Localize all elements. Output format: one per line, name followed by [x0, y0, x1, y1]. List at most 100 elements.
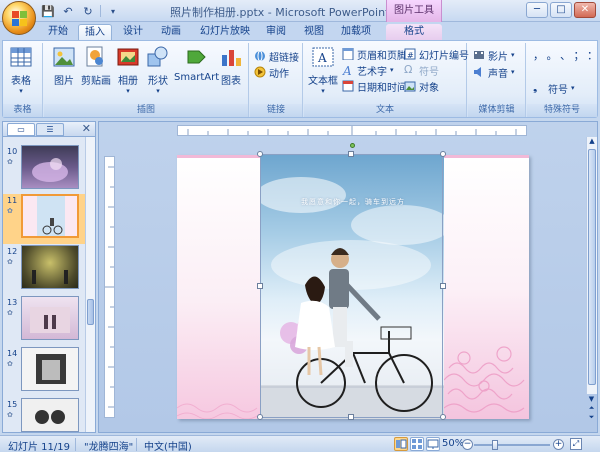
- ribbon: 表格 ▾ 表格 图片 剪贴画 相册 ▾ 形状 ▾ SmartArt 图表 插图 …: [2, 40, 600, 118]
- svg-text:#: #: [407, 51, 414, 60]
- tab-design[interactable]: 设计: [118, 24, 148, 40]
- hyperlink-label: 超链接: [269, 52, 299, 64]
- wordart-button[interactable]: A 艺术字 ▾: [342, 63, 394, 78]
- scroll-up-icon[interactable]: ▲: [587, 137, 597, 147]
- object-label: 对象: [419, 82, 439, 94]
- slide-thumbnail-image: [21, 296, 79, 340]
- minimize-button[interactable]: ─: [526, 2, 548, 18]
- slide-sorter-view-button[interactable]: [410, 437, 424, 451]
- customize-qat-icon[interactable]: ▾: [105, 3, 121, 19]
- sound-label: 声音: [488, 68, 508, 80]
- tab-home[interactable]: 开始: [44, 24, 72, 40]
- tab-format[interactable]: 格式: [386, 24, 442, 40]
- slide-counter: 幻灯片 11/19: [8, 442, 70, 452]
- slide-thumbnail-11[interactable]: 11 ✿: [3, 194, 95, 244]
- header-footer-icon: [342, 47, 354, 61]
- comma-symbol-icon: ❟: [533, 81, 538, 94]
- header-footer-button[interactable]: 页眉和页脚: [342, 47, 407, 62]
- slide-number-button[interactable]: # 幻灯片编号: [404, 47, 469, 62]
- group-special-symbols: ，。、；：？ ❟ 符号 ▾ 特殊符号: [527, 43, 600, 117]
- object-button[interactable]: 对象: [404, 79, 439, 94]
- slide-thumbnail-13[interactable]: 13 ✿: [3, 296, 95, 346]
- special-chars-grid[interactable]: ，。、；：？: [533, 48, 600, 62]
- zoom-out-button[interactable]: −: [462, 439, 473, 450]
- office-logo-icon: [12, 11, 28, 27]
- redo-icon[interactable]: ↻: [80, 3, 96, 19]
- slide-thumbnail-14[interactable]: 14 ✿: [3, 347, 95, 397]
- slide-thumbnail-10[interactable]: 10 ✿: [3, 145, 95, 195]
- chevron-down-icon: ▾: [390, 66, 394, 74]
- sound-button[interactable]: 声音 ▾: [473, 65, 515, 80]
- clipart-button[interactable]: 剪贴画: [81, 45, 111, 87]
- office-button[interactable]: [2, 1, 36, 35]
- resize-handle-top-right[interactable]: [440, 151, 446, 157]
- scrollbar-thumb[interactable]: [87, 299, 94, 325]
- hyperlink-button[interactable]: 超链接: [254, 49, 299, 64]
- maximize-button[interactable]: □: [550, 2, 572, 18]
- rotate-handle[interactable]: [350, 143, 355, 148]
- scrollbar-thumb[interactable]: [588, 149, 596, 385]
- tab-slideshow[interactable]: 幻灯片放映: [198, 24, 252, 40]
- chart-button[interactable]: 图表: [219, 45, 243, 87]
- slide-thumbnail-12[interactable]: 12 ✿: [3, 245, 95, 295]
- special-symbol-button[interactable]: ❟ 符号 ▾: [533, 81, 575, 96]
- zoom-level[interactable]: 50%: [442, 438, 464, 449]
- transition-icon: ✿: [7, 360, 13, 368]
- slideshow-view-button[interactable]: [426, 437, 440, 451]
- tab-slides-thumbnails[interactable]: ▭: [7, 123, 35, 136]
- resize-handle-bottom-left[interactable]: [257, 414, 263, 420]
- previous-slide-icon[interactable]: ⏶: [586, 404, 597, 413]
- zoom-slider-knob[interactable]: [492, 440, 498, 450]
- transition-icon: ✿: [7, 258, 13, 266]
- movie-button[interactable]: 影片 ▾: [473, 48, 515, 63]
- close-icon[interactable]: ✕: [82, 122, 91, 135]
- slide-number: 11: [7, 196, 18, 205]
- normal-view-button[interactable]: [394, 437, 408, 451]
- resize-handle-bottom-right[interactable]: [440, 414, 446, 420]
- resize-handle-bottom[interactable]: [348, 414, 354, 420]
- slide-thumbnail-15[interactable]: 15 ✿: [3, 398, 95, 432]
- slide-number: 12: [7, 247, 18, 256]
- close-button[interactable]: ✕: [574, 2, 596, 18]
- theme-name: "龙腾四海": [84, 442, 134, 452]
- photo-album-icon: [116, 45, 140, 69]
- transition-icon: ✿: [7, 158, 13, 166]
- slide-navigation-buttons: ▼ ⏶ ⏷: [586, 395, 597, 431]
- picture-button[interactable]: 图片: [52, 45, 76, 87]
- tab-addins[interactable]: 加载项: [336, 24, 376, 40]
- textbox-button[interactable]: A 文本框 ▾: [308, 45, 338, 95]
- shapes-button[interactable]: 形状 ▾: [146, 45, 170, 95]
- tab-view[interactable]: 视图: [300, 24, 328, 40]
- resize-handle-left[interactable]: [257, 283, 263, 289]
- language-indicator[interactable]: 中文(中国): [144, 438, 192, 452]
- window-title: 照片制作相册.pptx - Microsoft PowerPoint: [170, 6, 390, 19]
- slides-panel-scrollbar[interactable]: [85, 137, 95, 432]
- fit-to-window-icon[interactable]: ⤢: [570, 438, 582, 450]
- zoom-slider-track[interactable]: [474, 444, 550, 446]
- action-button[interactable]: 动作: [254, 65, 289, 80]
- tab-insert[interactable]: 插入: [78, 24, 112, 40]
- next-slide-icon[interactable]: ⏷: [586, 413, 597, 422]
- tab-animations[interactable]: 动画: [156, 24, 186, 40]
- zoom-in-button[interactable]: +: [553, 439, 564, 450]
- status-separator: [136, 438, 137, 451]
- tab-review[interactable]: 审阅: [262, 24, 290, 40]
- table-icon: [9, 45, 33, 69]
- resize-handle-right[interactable]: [440, 283, 446, 289]
- smartart-button[interactable]: SmartArt: [174, 45, 219, 83]
- album-button[interactable]: 相册 ▾: [116, 45, 140, 95]
- resize-handle-top-left[interactable]: [257, 151, 263, 157]
- save-icon[interactable]: 💾: [40, 3, 56, 19]
- datetime-button[interactable]: 日期和时间: [342, 79, 407, 94]
- table-button[interactable]: 表格 ▾: [9, 45, 33, 95]
- resize-handle-top[interactable]: [348, 151, 354, 157]
- header-footer-label: 页眉和页脚: [357, 50, 407, 62]
- picture-selection-box[interactable]: [257, 143, 446, 420]
- slide-left-pink-panel: [177, 155, 261, 419]
- quick-access-toolbar: 💾 ↶ ↻ ▾: [40, 3, 121, 19]
- slide-vertical-scrollbar[interactable]: ▲: [586, 137, 597, 394]
- tab-outline[interactable]: ☰: [36, 123, 64, 136]
- scroll-down-icon[interactable]: ▼: [586, 395, 597, 404]
- undo-icon[interactable]: ↶: [60, 3, 76, 19]
- symbol-button[interactable]: Ω 符号: [404, 63, 439, 78]
